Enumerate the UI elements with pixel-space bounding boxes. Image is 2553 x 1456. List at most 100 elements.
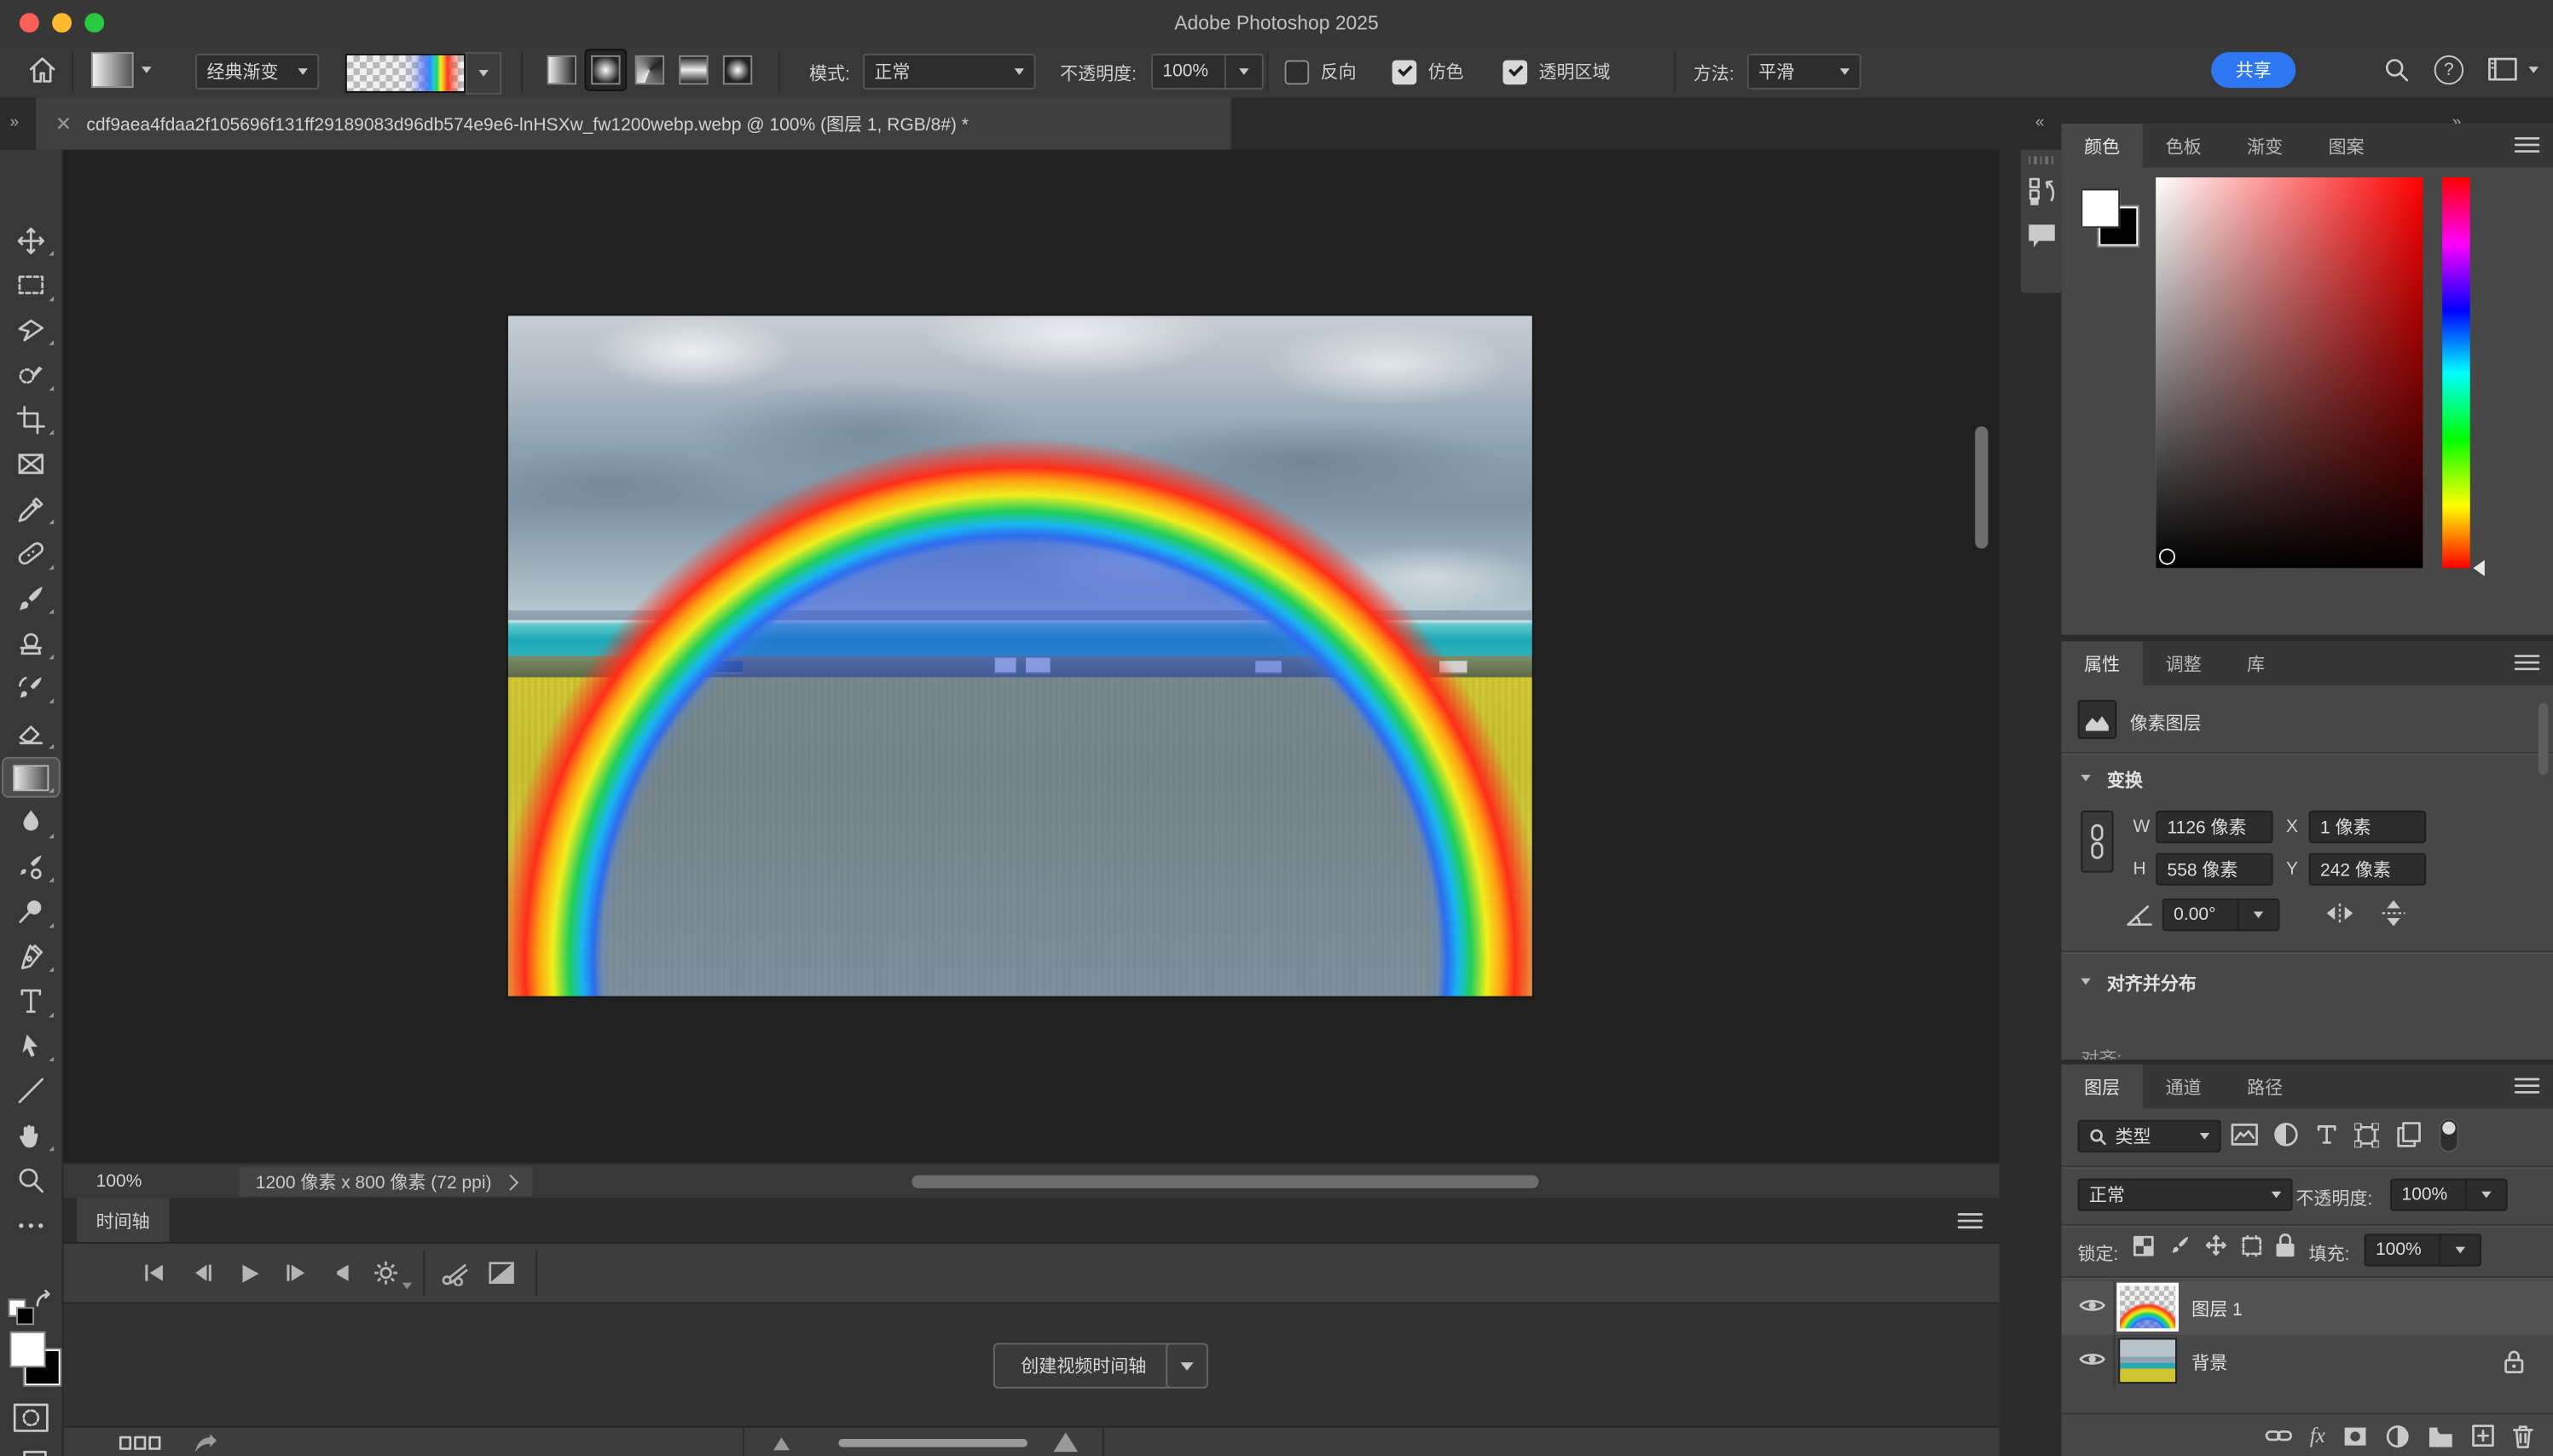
hue-slider-marker[interactable] xyxy=(2472,559,2485,576)
audio-mute-icon[interactable] xyxy=(321,1253,360,1292)
tool-object-selection-tool[interactable] xyxy=(3,355,59,393)
layer-style-fx-icon[interactable]: fx xyxy=(2310,1423,2325,1449)
toolbar-collapse-icon[interactable]: » xyxy=(9,114,18,132)
timeline-menu-icon[interactable] xyxy=(1957,1213,1983,1229)
tab-channels[interactable]: 通道 xyxy=(2143,1065,2224,1109)
tool-mixer-brush-tool[interactable] xyxy=(3,848,59,886)
properties-scrollbar[interactable] xyxy=(2538,702,2549,775)
tab-layers[interactable]: 图层 xyxy=(2061,1064,2143,1109)
tool-clone-stamp-tool[interactable] xyxy=(3,624,59,662)
layer-fill-chevron[interactable] xyxy=(2439,1234,2482,1267)
lock-transparent-icon[interactable] xyxy=(2133,1235,2154,1257)
delete-layer-icon[interactable] xyxy=(2512,1424,2533,1448)
filter-smart-objects-icon[interactable] xyxy=(2397,1122,2422,1148)
opacity-chevron[interactable] xyxy=(1224,54,1264,90)
gradient-type-angle[interactable] xyxy=(630,50,669,90)
gradient-mode-select[interactable]: 经典渐变 xyxy=(195,54,320,90)
workspace-chevron-icon[interactable] xyxy=(2528,66,2539,73)
color-field[interactable] xyxy=(2156,177,2423,569)
tool-edit-toolbar[interactable] xyxy=(3,1206,59,1244)
tool-dodge-tool[interactable] xyxy=(3,893,59,930)
zoom-out-thumbnails-icon[interactable] xyxy=(773,1437,790,1451)
create-video-timeline-button[interactable]: 创建视频时间轴 xyxy=(993,1343,1174,1389)
y-input[interactable]: 242 像素 xyxy=(2308,852,2427,886)
tool-brush-tool[interactable] xyxy=(3,580,59,617)
layers-panel-menu-icon[interactable] xyxy=(2514,1078,2540,1094)
hue-slider[interactable] xyxy=(2442,177,2470,569)
layer-blend-mode-select[interactable]: 正常 xyxy=(2077,1178,2293,1211)
link-layers-icon[interactable] xyxy=(2264,1428,2291,1444)
split-clip-icon[interactable] xyxy=(435,1253,474,1292)
reverse-checkbox[interactable]: 反向 xyxy=(1284,59,1357,85)
tool-history-brush-tool[interactable] xyxy=(3,669,59,707)
tab-patterns[interactable]: 图案 xyxy=(2306,124,2387,168)
first-frame-icon[interactable] xyxy=(135,1253,174,1292)
tool-lasso-tool[interactable] xyxy=(3,311,59,349)
create-video-timeline-chevron[interactable] xyxy=(1166,1343,1208,1389)
filter-toggle[interactable] xyxy=(2439,1118,2459,1153)
x-input[interactable]: 1 像素 xyxy=(2308,810,2427,844)
layer-name[interactable]: 图层 1 xyxy=(2191,1296,2243,1322)
tool-line-tool[interactable] xyxy=(3,1072,59,1109)
tab-color[interactable]: 颜色 xyxy=(2061,124,2143,168)
dither-checkbox[interactable]: 仿色 xyxy=(1392,59,1464,85)
lock-all-icon[interactable] xyxy=(2275,1232,2296,1258)
gradient-type-linear[interactable] xyxy=(542,50,582,90)
home-icon[interactable] xyxy=(26,54,59,86)
tool-move-tool[interactable] xyxy=(3,222,59,259)
lock-position-icon[interactable] xyxy=(2204,1234,2227,1257)
tool-type-tool[interactable] xyxy=(3,982,59,1020)
default-colors-icon[interactable] xyxy=(8,1289,54,1328)
tool-frame-tool[interactable] xyxy=(3,445,59,482)
timeline-zoom-slider[interactable] xyxy=(838,1438,1028,1447)
new-group-icon[interactable] xyxy=(2428,1425,2454,1447)
properties-panel-menu-icon[interactable] xyxy=(2514,655,2540,671)
visibility-eye-icon[interactable] xyxy=(2078,1348,2110,1374)
add-adjustment-icon[interactable] xyxy=(2385,1424,2410,1448)
filter-adjustment-layers-icon[interactable] xyxy=(2273,1122,2300,1148)
layer-row-background[interactable]: 背景 xyxy=(2061,1334,2553,1389)
layer-row-1[interactable]: 图层 1 xyxy=(2061,1280,2553,1335)
screen-mode-icon[interactable] xyxy=(13,1448,49,1456)
next-frame-icon[interactable] xyxy=(277,1253,316,1292)
filter-pixel-layers-icon[interactable] xyxy=(2231,1124,2258,1147)
layer-thumbnail-rainbow[interactable] xyxy=(2116,1282,2179,1332)
transparency-checkbox[interactable]: 透明区域 xyxy=(1502,59,1610,85)
gradient-type-radial[interactable] xyxy=(584,49,628,91)
tool-preset-picker[interactable] xyxy=(90,52,152,89)
flip-horizontal-icon[interactable] xyxy=(2325,902,2354,925)
tab-swatches[interactable]: 色板 xyxy=(2143,124,2224,168)
layer-name[interactable]: 背景 xyxy=(2191,1349,2227,1376)
document-info[interactable]: 1200 像素 x 800 像素 (72 ppi) xyxy=(239,1167,533,1197)
collapse-dock-icon[interactable]: « xyxy=(2035,114,2044,132)
filter-type-layers-icon[interactable] xyxy=(2315,1124,2338,1147)
zoom-level[interactable]: 100% xyxy=(96,1172,142,1192)
previous-frame-icon[interactable] xyxy=(182,1253,222,1292)
horizontal-scrollbar[interactable] xyxy=(912,1175,1539,1188)
tool-pen-tool[interactable] xyxy=(3,938,59,975)
angle-chevron[interactable] xyxy=(2237,898,2280,932)
transform-collapse-icon[interactable] xyxy=(2081,774,2091,782)
comments-panel-icon[interactable] xyxy=(2026,223,2055,250)
canvas-pasteboard[interactable] xyxy=(63,149,2000,1163)
tab-properties[interactable]: 属性 xyxy=(2061,641,2143,685)
tool-zoom-tool[interactable] xyxy=(3,1161,59,1199)
history-panel-icon[interactable] xyxy=(2026,177,2055,206)
filter-shape-layers-icon[interactable] xyxy=(2354,1123,2379,1148)
zoom-in-thumbnails-icon[interactable] xyxy=(1053,1432,1079,1453)
layer-opacity-chevron[interactable] xyxy=(2464,1178,2508,1211)
close-tab-icon[interactable]: ✕ xyxy=(55,113,72,136)
vertical-scrollbar[interactable] xyxy=(1975,426,1989,549)
tool-gradient-tool[interactable] xyxy=(1,756,61,798)
layer-thumbnail-background[interactable] xyxy=(2118,1338,2178,1384)
method-select[interactable]: 平滑 xyxy=(1746,54,1861,90)
color-panel-menu-icon[interactable] xyxy=(2514,136,2540,153)
height-input[interactable]: 558 像素 xyxy=(2156,852,2273,886)
search-icon[interactable] xyxy=(2382,55,2411,84)
flip-vertical-icon[interactable] xyxy=(2381,898,2407,927)
tool-eraser-tool[interactable] xyxy=(3,714,59,751)
workspace-icon[interactable] xyxy=(2488,57,2517,82)
tool-hand-tool[interactable] xyxy=(3,1117,59,1154)
add-mask-icon[interactable] xyxy=(2343,1425,2368,1447)
align-collapse-icon[interactable] xyxy=(2081,978,2091,985)
